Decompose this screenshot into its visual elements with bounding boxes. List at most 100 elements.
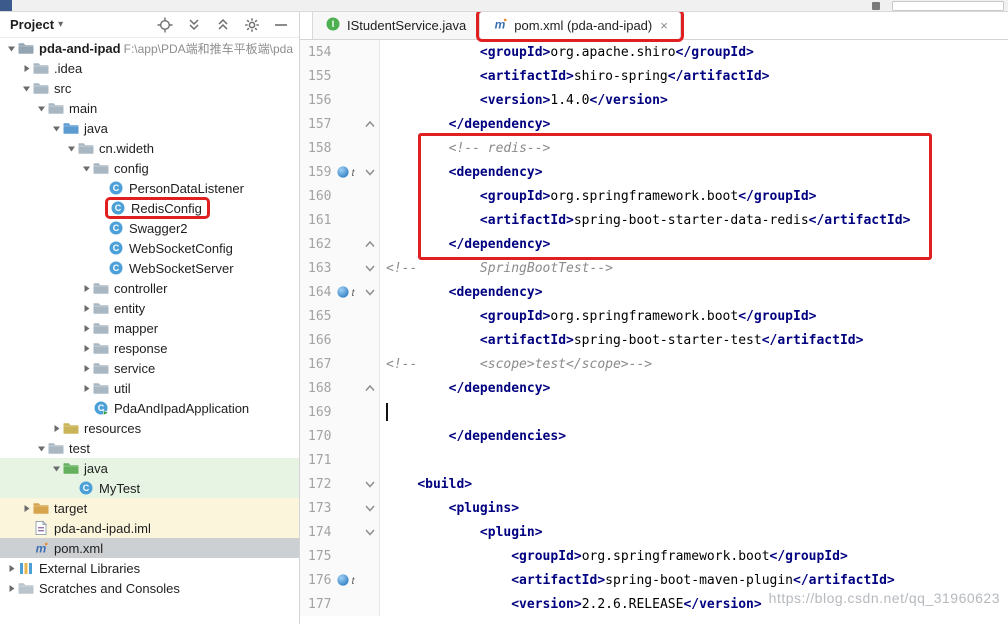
- code-line[interactable]: 167<!-- <scope>test</scope>-->: [300, 352, 1008, 376]
- tree-item-pdaandipadapplication[interactable]: CPdaAndIpadApplication: [0, 398, 299, 418]
- chevron-right-icon[interactable]: [19, 504, 33, 513]
- tree-item-config[interactable]: config: [0, 158, 299, 178]
- tree-item-cn-wideth[interactable]: cn.wideth: [0, 138, 299, 158]
- tree-item-util[interactable]: util: [0, 378, 299, 398]
- maven-gutter-icon[interactable]: t: [336, 165, 362, 179]
- code-line[interactable]: 156 <version>1.4.0</version>: [300, 88, 1008, 112]
- chevron-right-icon[interactable]: [19, 64, 33, 73]
- tree-item-java[interactable]: java: [0, 458, 299, 478]
- tree-item-websocketserver[interactable]: CWebSocketServer: [0, 258, 299, 278]
- tree-item-redisconfig[interactable]: CRedisConfig: [0, 198, 299, 218]
- tree-item-swagger2[interactable]: CSwagger2: [0, 218, 299, 238]
- chevron-right-icon[interactable]: [79, 364, 93, 373]
- code-line[interactable]: 172 <build>: [300, 472, 1008, 496]
- chevron-down-icon[interactable]: [34, 444, 48, 453]
- chevron-down-icon[interactable]: [4, 44, 18, 53]
- chevron-down-icon[interactable]: [64, 144, 78, 153]
- fold-marker-icon[interactable]: [362, 265, 378, 272]
- tree-item-entity[interactable]: entity: [0, 298, 299, 318]
- chevron-right-icon[interactable]: [79, 304, 93, 313]
- tree-item-src[interactable]: src: [0, 78, 299, 98]
- tree-item-pom-xml[interactable]: mpom.xml: [0, 538, 299, 558]
- chevron-right-icon[interactable]: [49, 424, 63, 433]
- chevron-right-icon[interactable]: [4, 564, 18, 573]
- tree-item-target[interactable]: target: [0, 498, 299, 518]
- tree-item-service[interactable]: service: [0, 358, 299, 378]
- maven-gutter-icon[interactable]: t: [336, 573, 362, 587]
- fold-marker-icon[interactable]: [362, 121, 378, 128]
- fold-marker-icon[interactable]: [362, 289, 378, 296]
- chevron-down-icon[interactable]: [79, 164, 93, 173]
- expand-all-icon[interactable]: [186, 17, 202, 33]
- code-line[interactable]: 160 <groupId>org.springframework.boot</g…: [300, 184, 1008, 208]
- settings-gear-icon[interactable]: [244, 17, 260, 33]
- tree-item-main[interactable]: main: [0, 98, 299, 118]
- iml-file-icon: [33, 520, 51, 536]
- code-line[interactable]: 157 </dependency>: [300, 112, 1008, 136]
- tree-item-test[interactable]: test: [0, 438, 299, 458]
- tree-item-mytest[interactable]: CMyTest: [0, 478, 299, 498]
- tab-istudentservice-java[interactable]: IIStudentService.java: [312, 12, 479, 39]
- code-line[interactable]: 173 <plugins>: [300, 496, 1008, 520]
- code-line[interactable]: 166 <artifactId>spring-boot-starter-test…: [300, 328, 1008, 352]
- code-line[interactable]: 169: [300, 400, 1008, 424]
- chevron-right-icon[interactable]: [79, 384, 93, 393]
- close-icon[interactable]: ×: [660, 18, 668, 33]
- code-line[interactable]: 175 <groupId>org.springframework.boot</g…: [300, 544, 1008, 568]
- tree-item-persondatalistener[interactable]: CPersonDataListener: [0, 178, 299, 198]
- code-line[interactable]: 171: [300, 448, 1008, 472]
- code-line[interactable]: 164t <dependency>: [300, 280, 1008, 304]
- locate-icon[interactable]: [157, 17, 173, 33]
- maven-gutter-icon[interactable]: t: [336, 285, 362, 299]
- code-line[interactable]: 168 </dependency>: [300, 376, 1008, 400]
- tree-item-websocketconfig[interactable]: CWebSocketConfig: [0, 238, 299, 258]
- chevron-right-icon[interactable]: [79, 324, 93, 333]
- chevron-down-icon[interactable]: ▾: [58, 19, 63, 30]
- fold-marker-icon[interactable]: [362, 385, 378, 392]
- code-line[interactable]: 170 </dependencies>: [300, 424, 1008, 448]
- tree-item-external-libraries[interactable]: External Libraries: [0, 558, 299, 578]
- project-panel-title[interactable]: Project: [10, 17, 54, 32]
- chevron-right-icon[interactable]: [79, 284, 93, 293]
- chevron-down-icon[interactable]: [49, 124, 63, 133]
- code-line[interactable]: 174 <plugin>: [300, 520, 1008, 544]
- fold-marker-icon[interactable]: [362, 505, 378, 512]
- code-line[interactable]: 176t <artifactId>spring-boot-maven-plugi…: [300, 568, 1008, 592]
- hide-panel-icon[interactable]: [273, 17, 289, 33]
- fold-marker-icon[interactable]: [362, 529, 378, 536]
- code-editor[interactable]: 154 <groupId>org.apache.shiro</groupId>1…: [300, 40, 1008, 624]
- code-line[interactable]: 155 <artifactId>shiro-spring</artifactId…: [300, 64, 1008, 88]
- editor-gutter: 157: [300, 112, 380, 136]
- tree-item--idea[interactable]: .idea: [0, 58, 299, 78]
- tree-item-mapper[interactable]: mapper: [0, 318, 299, 338]
- tree-item-content: java: [63, 460, 111, 476]
- code-line[interactable]: 154 <groupId>org.apache.shiro</groupId>: [300, 40, 1008, 64]
- tree-item-resources[interactable]: resources: [0, 418, 299, 438]
- tree-item-controller[interactable]: controller: [0, 278, 299, 298]
- code-line[interactable]: 165 <groupId>org.springframework.boot</g…: [300, 304, 1008, 328]
- code-line[interactable]: 163<!-- SpringBootTest-->: [300, 256, 1008, 280]
- tree-item-scratches-and-consoles[interactable]: Scratches and Consoles: [0, 578, 299, 598]
- fold-marker-icon[interactable]: [362, 169, 378, 176]
- line-number: 157: [300, 117, 336, 132]
- tree-item-label: src: [51, 81, 74, 96]
- tree-item-java[interactable]: java: [0, 118, 299, 138]
- collapse-all-icon[interactable]: [215, 17, 231, 33]
- chevron-down-icon[interactable]: [19, 84, 33, 93]
- tree-item-response[interactable]: response: [0, 338, 299, 358]
- tree-item-pda-and-ipad[interactable]: pda-and-ipadF:\app\PDA端和推车平板端\pda: [0, 38, 299, 58]
- code-line[interactable]: 158 <!-- redis-->: [300, 136, 1008, 160]
- tab-pom-xml-pda-and-ipad[interactable]: mpom.xml (pda-and-ipad)×: [479, 12, 681, 39]
- code-line[interactable]: 162 </dependency>: [300, 232, 1008, 256]
- chevron-down-icon[interactable]: [49, 464, 63, 473]
- code-line[interactable]: 161 <artifactId>spring-boot-starter-data…: [300, 208, 1008, 232]
- fold-marker-icon[interactable]: [362, 481, 378, 488]
- chevron-right-icon[interactable]: [79, 344, 93, 353]
- tree-item-pda-and-ipad-iml[interactable]: pda-and-ipad.iml: [0, 518, 299, 538]
- chevron-down-icon[interactable]: [34, 104, 48, 113]
- code-line[interactable]: 159t <dependency>: [300, 160, 1008, 184]
- fold-marker-icon[interactable]: [362, 241, 378, 248]
- run-config-widget-partial[interactable]: [892, 1, 1004, 11]
- chevron-right-icon[interactable]: [4, 584, 18, 593]
- line-number: 165: [300, 309, 336, 324]
